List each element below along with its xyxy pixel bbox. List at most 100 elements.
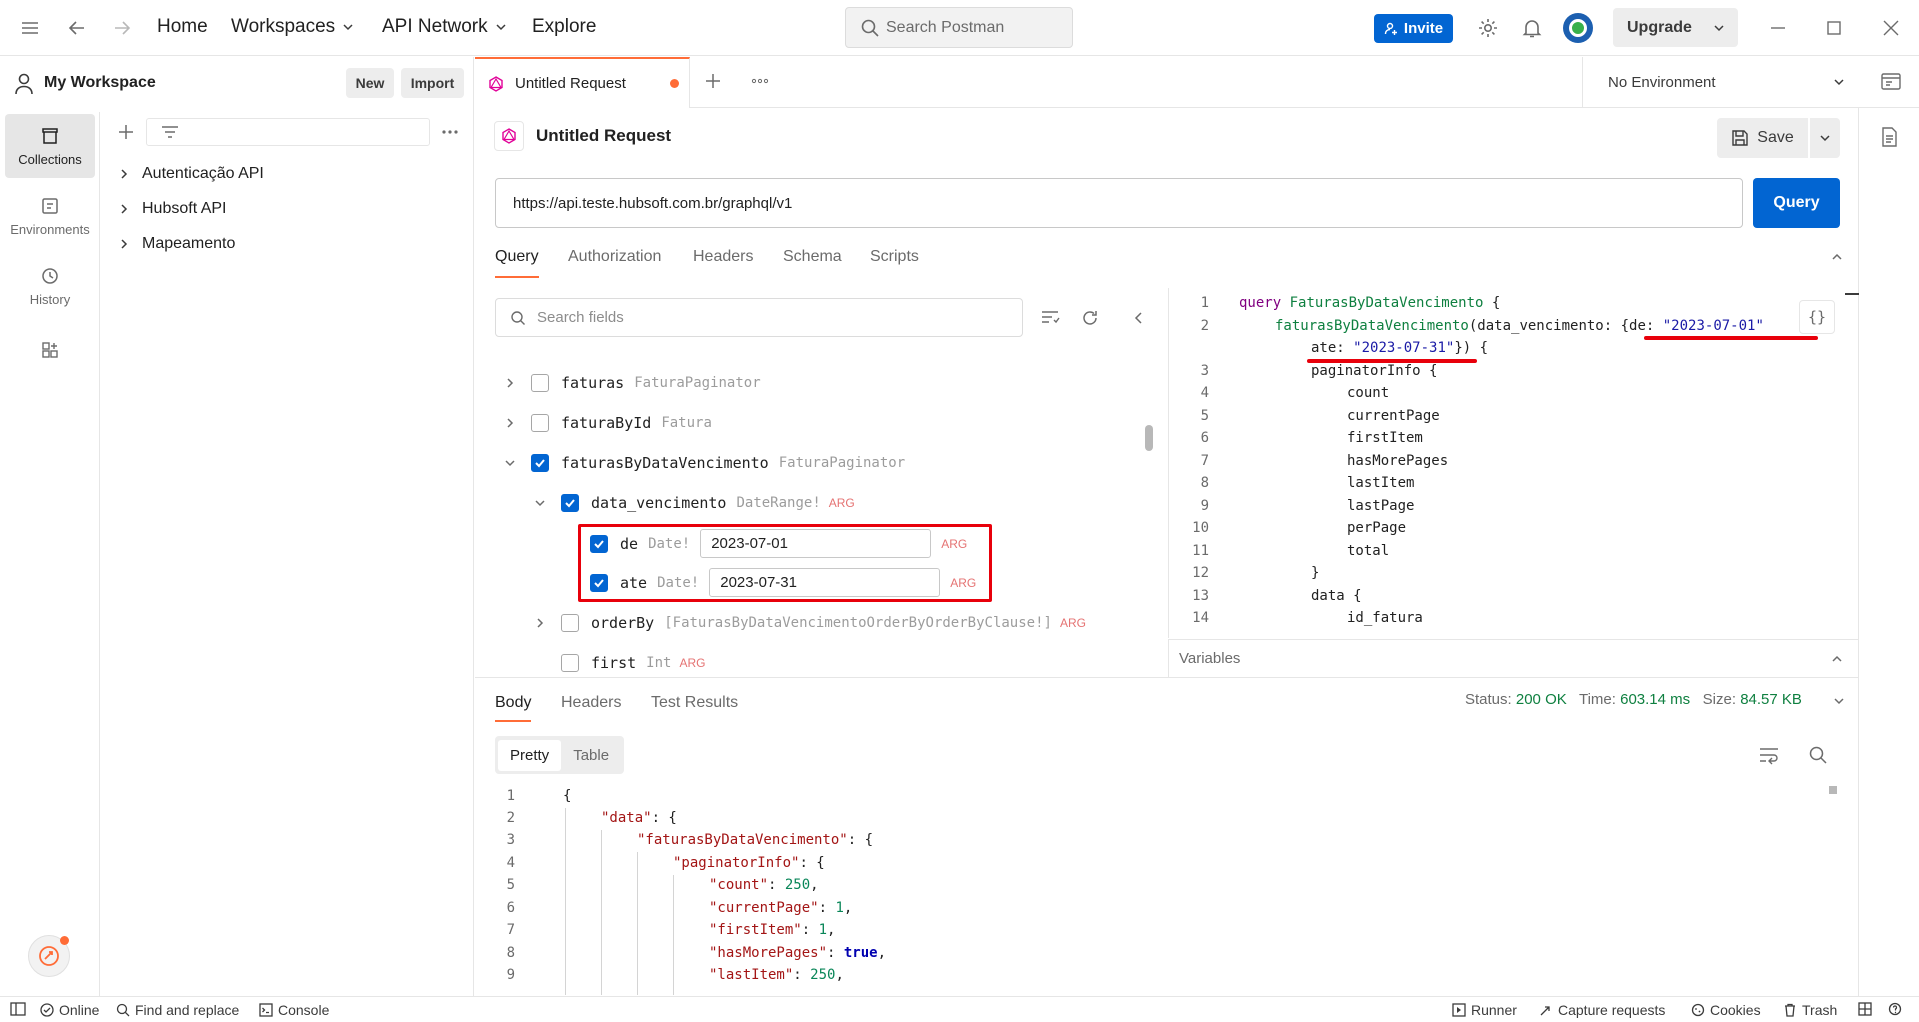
field-row[interactable]: data_vencimento DateRange! ARG [533,494,855,512]
status-value[interactable]: 200 OK [1516,691,1567,708]
collapse-chevron-up-icon[interactable] [1830,250,1844,264]
cookies-button[interactable]: Cookies [1691,1002,1761,1018]
field-checkbox-checked[interactable] [561,494,579,512]
response-scroll-marker[interactable] [1829,786,1837,794]
avatar[interactable] [1563,13,1593,43]
sidebar-item-collections[interactable]: Collections [5,114,95,178]
collection-item[interactable]: Autenticação API [118,165,264,183]
field-row[interactable]: first Int ARG [561,654,705,672]
more-options-icon[interactable] [440,122,460,142]
nav-explore[interactable]: Explore [532,16,596,38]
field-checkbox-checked[interactable] [531,454,549,472]
environment-quick-look-icon[interactable] [1879,70,1903,94]
tab-untitled-request[interactable]: Untitled Request [475,57,690,108]
global-search[interactable]: Search Postman [845,7,1073,48]
wrap-lines-icon[interactable] [1758,745,1780,765]
chevron-right-icon[interactable] [503,416,517,430]
add-collection-icon[interactable] [116,122,136,142]
documentation-icon[interactable] [1878,126,1900,148]
field-row[interactable]: faturaById Fatura [503,414,712,432]
size-value[interactable]: 84.57 KB [1740,691,1802,708]
response-tab-body[interactable]: Body [495,694,531,712]
back-arrow-icon[interactable] [65,16,89,40]
maximize-icon[interactable] [1822,16,1846,40]
chevron-right-icon[interactable] [533,616,547,630]
field-checkbox[interactable] [531,414,549,432]
request-title-text[interactable]: Untitled Request [536,126,671,146]
variables-panel-header[interactable]: Variables [1168,639,1858,677]
response-tab-test-results[interactable]: Test Results [651,694,738,712]
search-placeholder: Search Postman [886,18,1005,36]
prettify-braces-icon[interactable]: {} [1799,300,1835,334]
search-icon[interactable] [1808,745,1828,765]
minimize-icon[interactable] [1766,16,1790,40]
menu-icon[interactable] [18,16,42,40]
chevron-down-icon[interactable] [503,456,517,470]
field-checkbox[interactable] [561,614,579,632]
upgrade-button[interactable]: Upgrade [1613,8,1738,47]
field-checkbox[interactable] [561,654,579,672]
nav-api-network-label: API Network [382,16,488,37]
trash-button[interactable]: Trash [1783,1002,1837,1018]
settings-gear-icon[interactable] [1476,16,1500,40]
online-status[interactable]: Online [40,1002,99,1018]
query-editor[interactable]: 1 2 3 4 5 6 7 8 9 10 11 12 13 14 query F… [1168,288,1859,638]
field-checkbox[interactable] [531,374,549,392]
workspace-name[interactable]: My Workspace [44,74,156,92]
url-input[interactable]: https://api.teste.hubsoft.com.br/graphql… [495,178,1743,228]
tab-options-icon[interactable] [750,71,770,91]
close-icon[interactable] [1879,16,1903,40]
collection-item[interactable]: Hubsoft API [118,200,227,218]
nav-api-network[interactable]: API Network [382,16,508,38]
invite-button[interactable]: Invite [1374,14,1453,43]
import-button[interactable]: Import [401,68,464,98]
tab-query[interactable]: Query [495,248,539,266]
save-button[interactable]: Save [1717,118,1808,158]
collapse-left-icon[interactable] [1131,310,1147,326]
sidebar-item-configure[interactable] [5,330,95,370]
console-button[interactable]: Console [259,1002,329,1018]
postbot-button[interactable] [28,935,70,977]
forward-arrow-icon[interactable] [110,16,134,40]
format-table[interactable]: Table [561,740,621,771]
nav-home[interactable]: Home [157,16,208,38]
save-options-button[interactable] [1810,118,1840,158]
help-icon[interactable] [1888,1002,1902,1016]
tab-schema[interactable]: Schema [783,248,842,266]
chevron-down-icon[interactable] [533,496,547,510]
sidebar-item-environments[interactable]: Environments [5,184,95,248]
field-row[interactable]: faturas FaturaPaginator [503,374,761,392]
runner-button[interactable]: Runner [1452,1002,1517,1018]
toggle-sidebar-icon[interactable] [10,1002,26,1016]
find-and-replace-button[interactable]: Find and replace [116,1002,239,1018]
format-query-icon[interactable] [1040,308,1060,328]
chevron-right-icon[interactable] [503,376,517,390]
environment-selector[interactable]: No Environment [1582,57,1868,108]
field-row[interactable]: orderBy [FaturasByDataVencimentoOrderByO… [533,614,1086,632]
collection-item[interactable]: Mapeamento [118,235,235,253]
new-tab-icon[interactable] [703,71,723,91]
response-tab-headers[interactable]: Headers [561,694,621,712]
nav-workspaces[interactable]: Workspaces [231,16,355,38]
layout-toggle-icon[interactable] [1858,1002,1872,1016]
chevron-right-icon [121,239,128,249]
notifications-bell-icon[interactable] [1520,16,1544,40]
json-line: "hasMorePages": true, [709,945,887,961]
new-button[interactable]: New [346,68,394,98]
tab-headers[interactable]: Headers [693,248,753,266]
explorer-scrollbar[interactable] [1145,425,1153,451]
response-body[interactable]: 1 2 3 4 5 6 7 8 9 { "data": { "faturasBy… [475,780,1858,995]
capture-requests-button[interactable]: Capture requests [1539,1002,1665,1018]
sidebar-item-history[interactable]: History [5,254,95,318]
format-pretty[interactable]: Pretty [498,739,562,771]
query-button[interactable]: Query [1753,178,1840,228]
chevron-down-icon[interactable] [1832,694,1846,708]
collections-filter-input[interactable] [146,118,430,146]
search-fields-input[interactable]: Search fields [495,298,1023,337]
tab-scripts[interactable]: Scripts [870,248,919,266]
field-row[interactable]: faturasByDataVencimento FaturaPaginator [503,454,905,472]
json-line: "paginatorInfo": { [673,855,825,871]
tab-authorization[interactable]: Authorization [568,248,661,266]
refresh-icon[interactable] [1080,308,1100,328]
time-value[interactable]: 603.14 ms [1620,691,1690,708]
